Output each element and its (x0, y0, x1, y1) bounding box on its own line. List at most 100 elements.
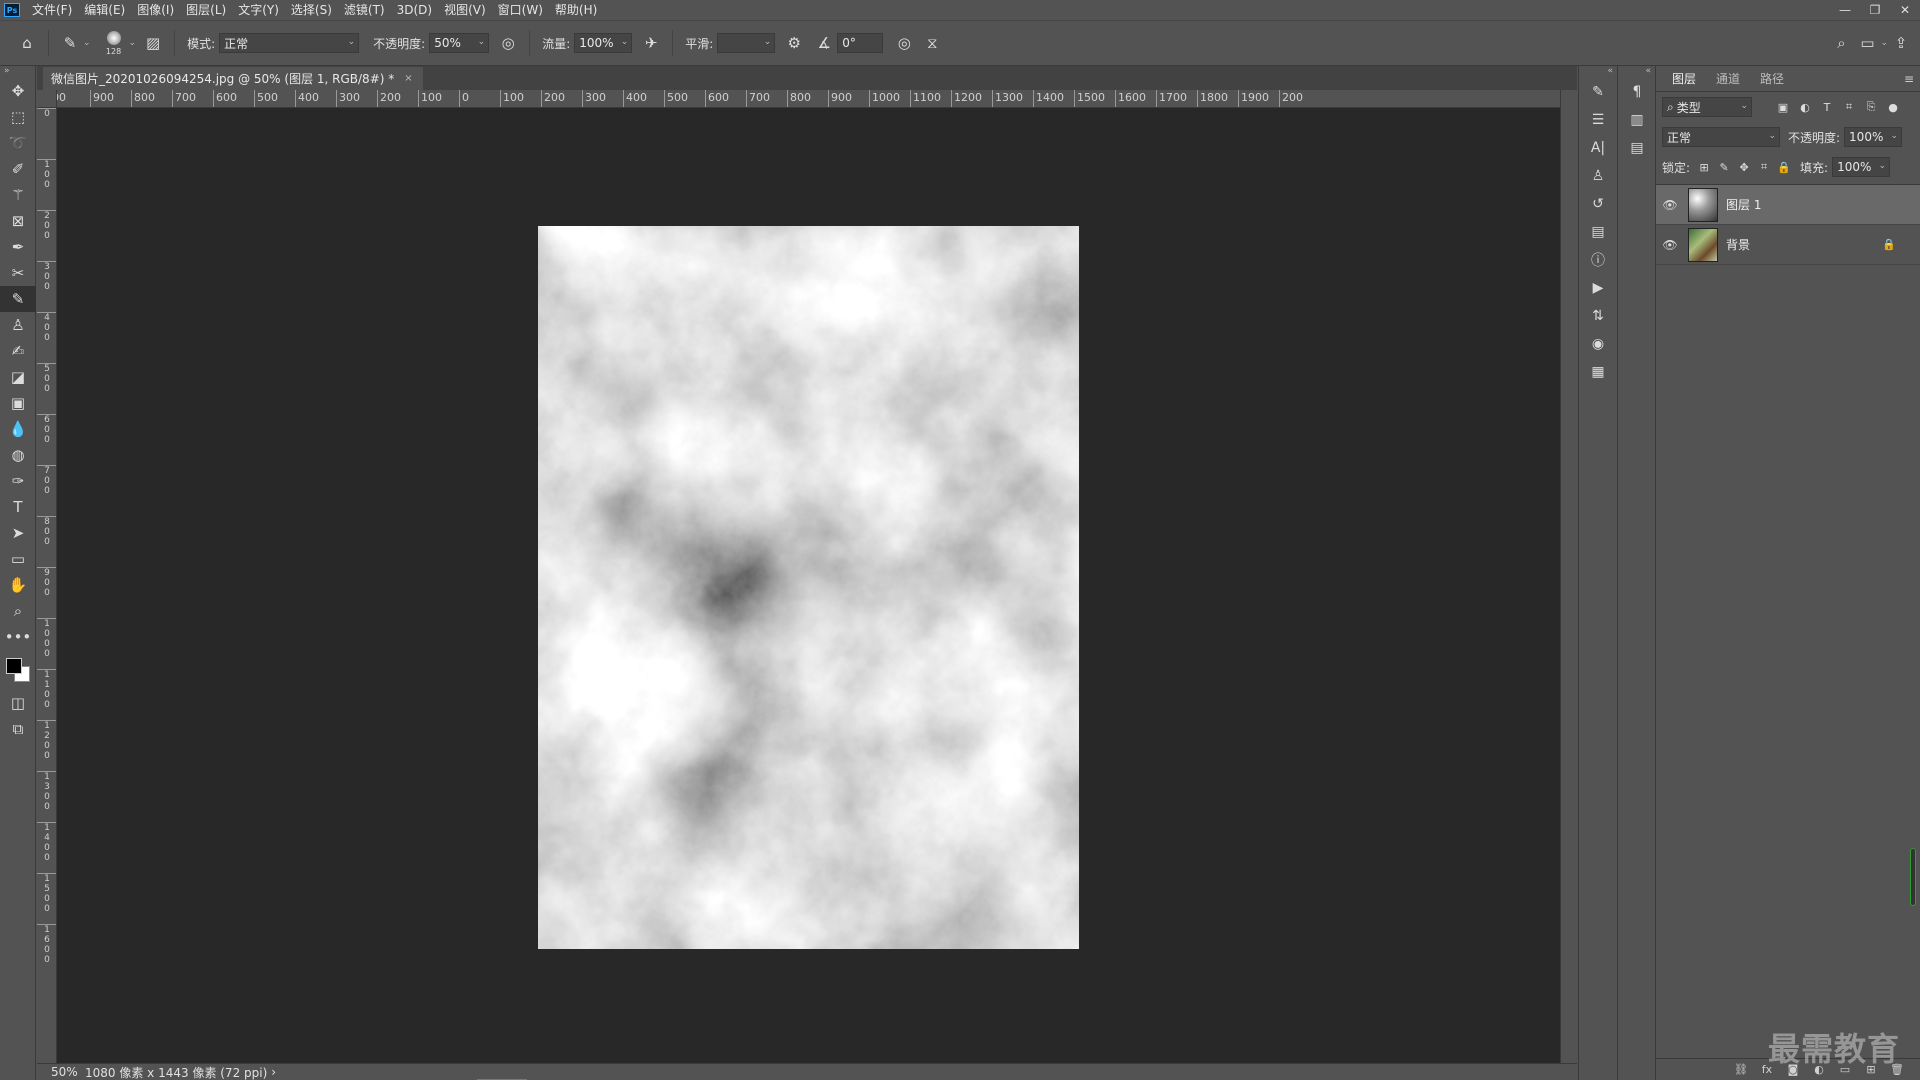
lock-all-icon[interactable]: 🔒 (1774, 157, 1794, 177)
table-panel-icon[interactable]: ▦ (1579, 358, 1617, 386)
stamp-tool-icon[interactable]: ♙ (0, 312, 36, 338)
brush-settings-icon[interactable]: ▨ (140, 30, 166, 56)
workspace-icon[interactable]: ▭ (1854, 30, 1880, 56)
adjustments-panel-icon[interactable]: ☰ (1579, 106, 1617, 134)
collapse-icon[interactable]: « (1579, 66, 1617, 78)
brush-size-picker[interactable]: 128 (99, 25, 129, 61)
lasso-tool-icon[interactable]: ➰ (0, 130, 36, 156)
lock-icon[interactable]: 🔒 (1882, 238, 1896, 251)
visibility-eye-icon[interactable]: 👁 (1656, 198, 1684, 212)
filter-toggle-icon[interactable]: ● (1882, 97, 1904, 117)
menu-select[interactable]: 选择(S) (285, 0, 338, 20)
search-icon[interactable]: ⌕ (1828, 30, 1854, 56)
fill-input[interactable]: 100% ⌄ (1832, 157, 1891, 177)
symmetry-icon[interactable]: ⧖ (919, 30, 945, 56)
paragraph-panel-icon[interactable]: ¶ (1618, 78, 1656, 106)
filter-type-icon[interactable]: T (1816, 97, 1838, 117)
panel-menu-icon[interactable]: ≡ (1904, 72, 1914, 86)
collapse-icon[interactable]: » (0, 66, 35, 78)
type-tool-icon[interactable]: T (0, 494, 36, 520)
marquee-tool-icon[interactable]: ⬚ (0, 104, 36, 130)
airbrush-icon[interactable]: ✈ (638, 30, 664, 56)
menu-filter[interactable]: 滤镜(T) (338, 0, 391, 20)
minimize-icon[interactable]: — (1830, 0, 1860, 20)
gradient-tool-icon[interactable]: ▣ (0, 390, 36, 416)
brush-tool-icon[interactable]: ✎ (0, 286, 36, 312)
layer-filter-select[interactable]: ⌕ 类型 ⌄ (1662, 97, 1752, 117)
menu-edit[interactable]: 编辑(E) (78, 0, 131, 20)
menu-file[interactable]: 文件(F) (26, 0, 78, 20)
pen-tool-icon[interactable]: ✑ (0, 468, 36, 494)
tab-paths[interactable]: 路径 (1750, 69, 1794, 91)
angle-input[interactable]: 0° (837, 33, 884, 53)
filter-smart-object-icon[interactable]: ⎘ (1860, 97, 1882, 117)
blur-tool-icon[interactable]: 💧 (0, 416, 36, 442)
menu-3d[interactable]: 3D(D) (391, 0, 438, 20)
history-brush-tool-icon[interactable]: ✍ (0, 338, 36, 364)
layer-row-background[interactable]: 👁 背景 🔒 (1656, 225, 1920, 265)
layer-row-layer1[interactable]: 👁 图层 1 (1656, 185, 1920, 225)
document-tab[interactable]: 微信图片_20201026094254.jpg @ 50% (图层 1, RGB… (43, 67, 423, 90)
filter-adjustment-icon[interactable]: ◐ (1794, 97, 1816, 117)
actions-panel-icon[interactable]: ▶ (1579, 274, 1617, 302)
home-icon[interactable]: ⌂ (14, 30, 40, 56)
path-select-tool-icon[interactable]: ➤ (0, 520, 36, 546)
info-panel-icon[interactable]: ⓘ (1579, 246, 1617, 274)
history-panel-icon[interactable]: ↺ (1579, 190, 1617, 218)
rectangle-tool-icon[interactable]: ▭ (0, 546, 36, 572)
visibility-eye-icon[interactable]: 👁 (1656, 238, 1684, 252)
document-info-menu-icon[interactable]: › (271, 1065, 276, 1079)
color-swatches[interactable] (0, 650, 36, 690)
eyedropper-tool-icon[interactable]: ✒ (0, 234, 36, 260)
menu-view[interactable]: 视图(V) (438, 0, 492, 20)
pressure-opacity-icon[interactable]: ◎ (495, 30, 521, 56)
layer-comps-panel-icon[interactable]: ⇅ (1579, 302, 1617, 330)
opacity-input[interactable]: 50% ⌄ (429, 33, 490, 53)
crop-tool-icon[interactable]: ✂ (0, 260, 36, 286)
tab-layers[interactable]: 图层 (1662, 69, 1707, 91)
brush-preset-icon[interactable]: ✎ (57, 30, 83, 56)
foreground-color-swatch[interactable] (6, 658, 22, 674)
layer-name[interactable]: 背景 (1726, 236, 1750, 253)
document-canvas[interactable] (538, 226, 1079, 949)
share-icon[interactable]: ⇪ (1888, 30, 1914, 56)
canvas-area[interactable] (57, 108, 1560, 1063)
layer-opacity-input[interactable]: 100% ⌄ (1844, 127, 1903, 147)
filter-shape-icon[interactable]: ⌗ (1838, 97, 1860, 117)
menu-image[interactable]: 图像(I) (131, 0, 180, 20)
chevron-down-icon[interactable]: ⌄ (129, 38, 137, 48)
mode-select[interactable]: 正常 ⌄ (219, 33, 360, 53)
close-icon[interactable]: ✕ (1890, 0, 1920, 20)
blend-mode-select[interactable]: 正常 ⌄ (1662, 127, 1780, 147)
vertical-ruler[interactable]: 0 1 0 0 2 0 0 3 0 0 4 0 0 5 0 0 6 0 0 7 0 0 8 0 … (37, 108, 57, 1063)
frame-tool-icon[interactable]: ⊠ (0, 208, 36, 234)
quick-mask-icon[interactable]: ◫ (0, 690, 36, 716)
brush-settings-panel-icon[interactable]: ✎ (1579, 78, 1617, 106)
tab-channels[interactable]: 通道 (1706, 69, 1750, 91)
move-tool-icon[interactable]: ✥ (0, 78, 36, 104)
dodge-tool-icon[interactable]: ◍ (0, 442, 36, 468)
magic-wand-tool-icon[interactable]: ⚚ (0, 182, 36, 208)
screen-mode-icon[interactable]: ⧉ (0, 716, 36, 742)
eraser-tool-icon[interactable]: ◪ (0, 364, 36, 390)
menu-help[interactable]: 帮助(H) (549, 0, 603, 20)
canvas-scrollbar[interactable] (1560, 90, 1577, 1063)
clone-source-panel-icon[interactable]: ♙ (1579, 162, 1617, 190)
flow-input[interactable]: 100% ⌄ (574, 33, 633, 53)
collapse-icon[interactable]: « (1618, 66, 1655, 78)
chevron-down-icon[interactable]: ⌄ (83, 38, 91, 48)
properties-panel-icon[interactable]: ▤ (1579, 218, 1617, 246)
layer-name[interactable]: 图层 1 (1726, 196, 1761, 213)
lock-position-icon[interactable]: ✥ (1734, 157, 1754, 177)
link-layers-icon[interactable]: ⛓ (1728, 1063, 1754, 1076)
menu-layer[interactable]: 图层(L) (180, 0, 232, 20)
menu-type[interactable]: 文字(Y) (232, 0, 285, 20)
pressure-size-icon[interactable]: ◎ (891, 30, 917, 56)
3d-panel-icon[interactable]: ◉ (1579, 330, 1617, 358)
horizontal-ruler[interactable]: 0090080070060050040030020010001002003004… (57, 90, 1560, 108)
chevron-down-icon[interactable]: ⌄ (1880, 38, 1888, 48)
libraries-panel-icon[interactable]: ▥ (1618, 106, 1656, 134)
zoom-level[interactable]: 50% (37, 1065, 79, 1079)
smoothing-settings-gear-icon[interactable]: ⚙ (781, 30, 807, 56)
zoom-tool-icon[interactable]: ⌕ (0, 598, 36, 624)
